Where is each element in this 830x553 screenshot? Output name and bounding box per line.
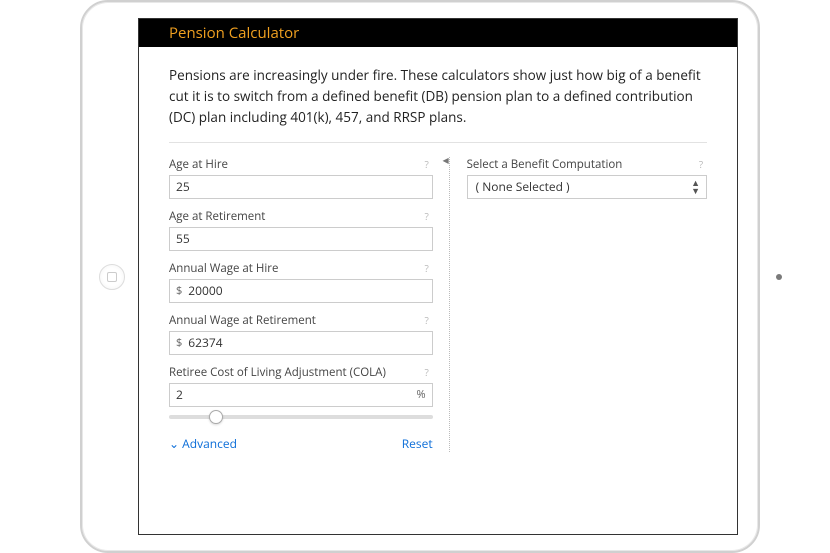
app-screen: Pension Calculator Pensions are increasi…	[138, 18, 738, 535]
tablet-frame: Pension Calculator Pensions are increasi…	[80, 0, 760, 553]
computation-column: Select a Benefit Computation ( None Sele…	[467, 157, 707, 452]
field-annual-wage-retirement: Annual Wage at Retirement $ 62374	[169, 313, 433, 355]
input-cola[interactable]: 2 %	[169, 383, 433, 407]
field-age-at-retirement: Age at Retirement 55	[169, 209, 433, 251]
label-benefit-computation: Select a Benefit Computation	[467, 157, 623, 172]
input-age-at-retirement[interactable]: 55	[169, 227, 433, 251]
help-icon[interactable]	[421, 262, 433, 274]
slider-cola[interactable]	[169, 415, 433, 419]
help-icon[interactable]	[421, 366, 433, 378]
select-benefit-computation[interactable]: ( None Selected ) ▲▼	[467, 175, 707, 199]
label-annual-wage-retirement: Annual Wage at Retirement	[169, 313, 316, 328]
divider-line-icon	[449, 157, 450, 452]
select-caret-icon: ▲▼	[691, 179, 700, 195]
field-annual-wage-hire: Annual Wage at Hire $ 20000	[169, 261, 433, 303]
label-age-at-hire: Age at Hire	[169, 157, 228, 172]
title-bar: Pension Calculator	[139, 19, 737, 47]
select-value: ( None Selected )	[476, 178, 570, 195]
camera-dot-icon	[776, 274, 782, 280]
advanced-toggle[interactable]: Advanced	[169, 435, 237, 452]
page-title: Pension Calculator	[169, 23, 299, 43]
slider-thumb-icon[interactable]	[209, 410, 223, 424]
help-icon[interactable]	[421, 314, 433, 326]
help-icon[interactable]	[695, 158, 707, 170]
input-age-at-hire[interactable]: 25	[169, 175, 433, 199]
inputs-column: Age at Hire 25 Age at Retirement	[169, 157, 433, 452]
home-button[interactable]	[99, 264, 125, 290]
label-annual-wage-hire: Annual Wage at Hire	[169, 261, 278, 276]
input-annual-wage-hire[interactable]: $ 20000	[169, 279, 433, 303]
reset-button[interactable]: Reset	[402, 435, 433, 452]
intro-text: Pensions are increasingly under fire. Th…	[169, 65, 707, 143]
label-cola: Retiree Cost of Living Adjustment (COLA)	[169, 365, 386, 380]
content-area: Pensions are increasingly under fire. Th…	[139, 47, 737, 462]
column-divider: ◀	[445, 157, 455, 452]
help-icon[interactable]	[421, 158, 433, 170]
collapse-handle-icon[interactable]: ◀	[441, 153, 451, 169]
field-cola: Retiree Cost of Living Adjustment (COLA)…	[169, 365, 433, 419]
columns: Age at Hire 25 Age at Retirement	[169, 157, 707, 452]
actions-row: Advanced Reset	[169, 435, 433, 452]
label-age-at-retirement: Age at Retirement	[169, 209, 265, 224]
input-annual-wage-retirement[interactable]: $ 62374	[169, 331, 433, 355]
help-icon[interactable]	[421, 210, 433, 222]
field-age-at-hire: Age at Hire 25	[169, 157, 433, 199]
field-benefit-computation: Select a Benefit Computation ( None Sele…	[467, 157, 707, 199]
